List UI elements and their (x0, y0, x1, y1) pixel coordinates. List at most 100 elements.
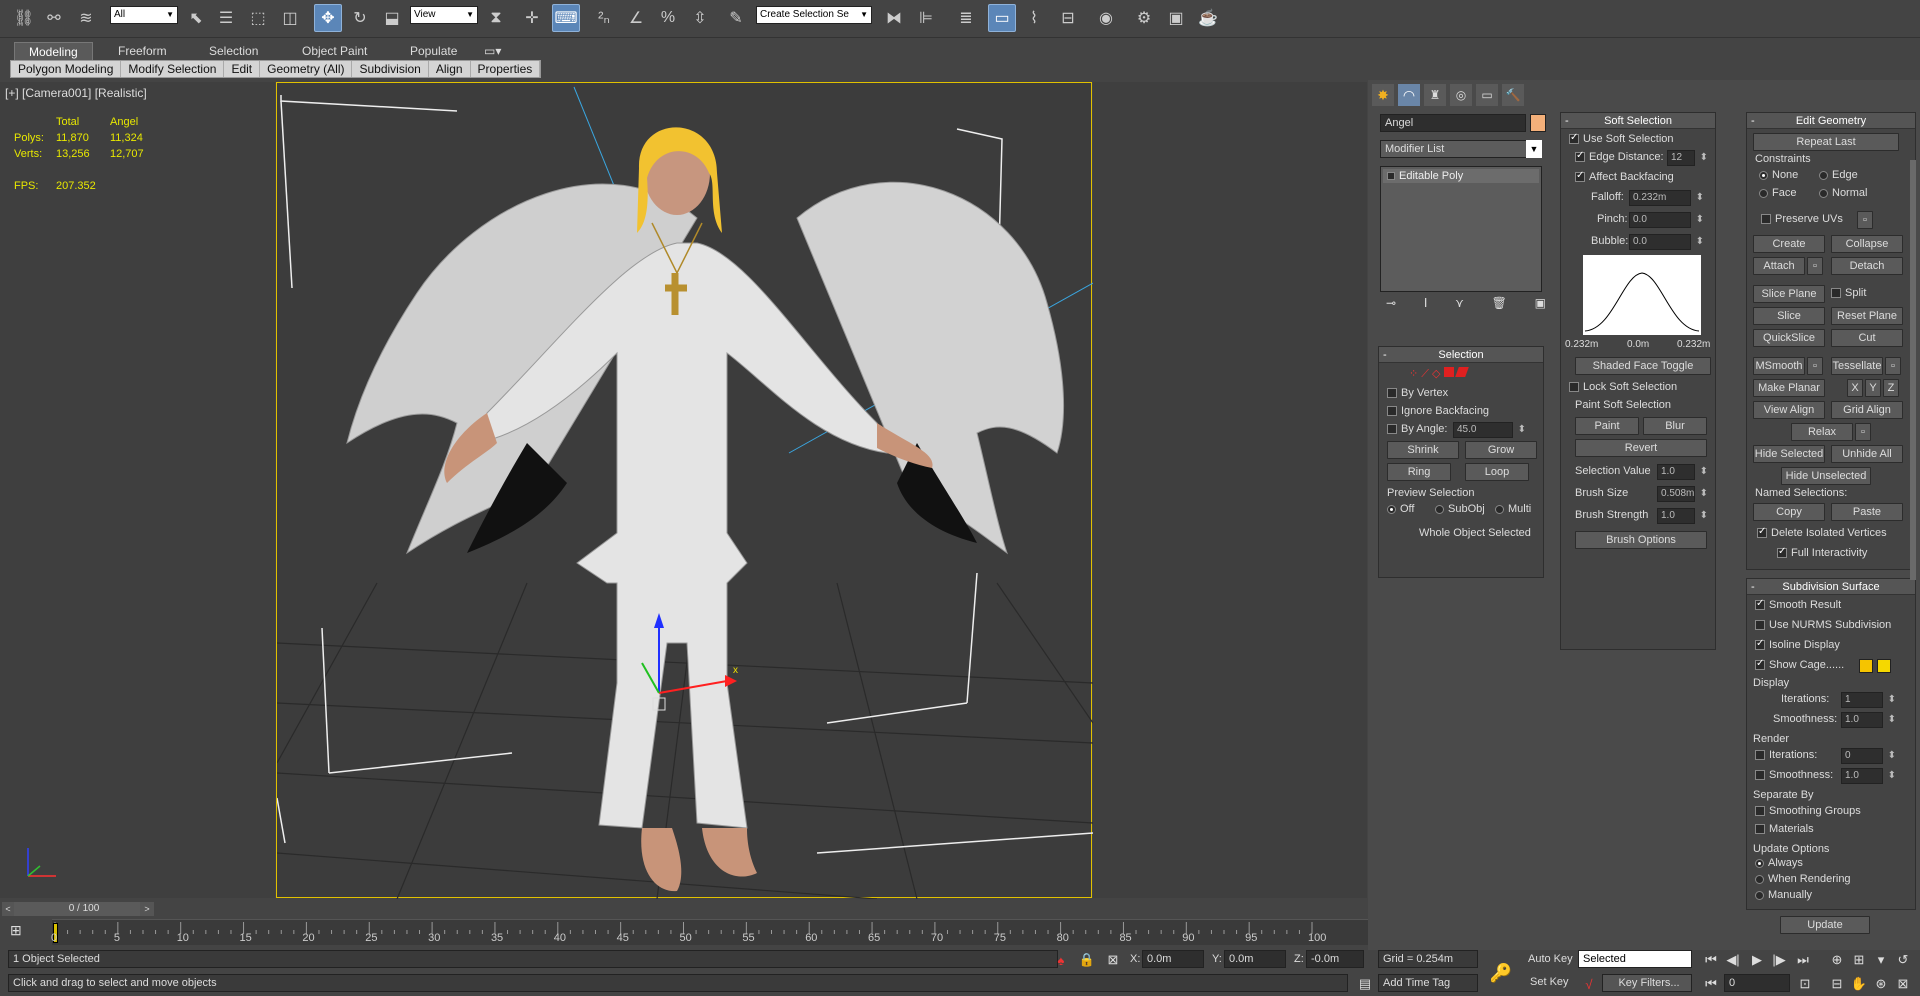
paint-button[interactable]: Paint (1575, 417, 1639, 435)
pivot-center-icon[interactable]: ⧗ (482, 4, 510, 32)
maxscript-listener-icon[interactable]: ♠ (1050, 950, 1072, 970)
use-nurms-checkbox[interactable]: Use NURMS Subdivision (1755, 619, 1891, 631)
layer-explorer-icon[interactable]: ≣ (952, 4, 980, 32)
update-when-rendering-radio[interactable]: When Rendering (1755, 873, 1851, 885)
x-coord-field[interactable]: 0.0m (1142, 950, 1204, 968)
align-icon[interactable]: ⊫ (912, 4, 940, 32)
make-unique-icon[interactable]: ⋎ (1455, 296, 1464, 314)
key-mode-toggle-icon[interactable]: ⏮ (1700, 974, 1722, 994)
shaded-face-toggle-button[interactable]: Shaded Face Toggle (1575, 357, 1711, 375)
tessellate-settings-button[interactable]: ▫ (1885, 357, 1901, 375)
preview-subobj-radio[interactable]: SubObj (1435, 503, 1485, 515)
edge-distance-checkbox[interactable]: Edge Distance: (1575, 150, 1664, 163)
slice-button[interactable]: Slice (1753, 307, 1825, 325)
subdivision-surface-rollout-title[interactable]: Subdivision Surface (1747, 579, 1915, 595)
orbit-icon[interactable]: ↺ (1892, 950, 1914, 970)
modifier-stack[interactable]: Editable Poly (1380, 166, 1542, 292)
viewport-label[interactable]: [+] [Camera001] [Realistic] (5, 86, 147, 100)
current-frame-field[interactable]: 0 (1724, 974, 1790, 992)
auto-key-button[interactable]: Auto Key (1528, 953, 1573, 965)
keyboard-shortcut-override-icon[interactable]: ⌨ (552, 4, 580, 32)
panel-edit[interactable]: Edit (224, 61, 261, 77)
toggle-ribbon-icon[interactable]: ▭ (988, 4, 1016, 32)
edit-geometry-rollout-title[interactable]: Edit Geometry (1747, 113, 1915, 129)
set-key-icon[interactable]: 🔑 (1486, 960, 1516, 986)
select-and-rotate-icon[interactable]: ↻ (346, 4, 374, 32)
lock-soft-selection-checkbox[interactable]: Lock Soft Selection (1569, 381, 1677, 393)
hide-selected-button[interactable]: Hide Selected (1753, 445, 1825, 463)
panel-align[interactable]: Align (429, 61, 471, 77)
add-time-tag-field[interactable]: Add Time Tag (1378, 974, 1478, 992)
tab-modeling[interactable]: Modeling (14, 42, 93, 60)
show-cage-checkbox[interactable]: Show Cage...... (1755, 658, 1844, 671)
planar-y-button[interactable]: Y (1865, 379, 1881, 397)
planar-z-button[interactable]: Z (1883, 379, 1899, 397)
object-name-field[interactable]: Angel (1380, 114, 1526, 132)
delete-isolated-vertices-checkbox[interactable]: Delete Isolated Vertices (1757, 526, 1887, 539)
constraint-normal-radio[interactable]: Normal (1819, 187, 1867, 199)
unhide-all-button[interactable]: Unhide All (1831, 445, 1903, 463)
maximize-viewport-icon[interactable]: ⊠ (1892, 974, 1914, 994)
render-iterations-checkbox[interactable]: Iterations: (1755, 749, 1817, 761)
tab-object-paint[interactable]: Object Paint (288, 42, 381, 60)
key-mode-curve-icon[interactable]: √ (1578, 974, 1600, 994)
make-planar-button[interactable]: Make Planar (1753, 379, 1825, 397)
unlink-icon[interactable]: ⚯ (40, 4, 68, 32)
slice-plane-button[interactable]: Slice Plane (1753, 285, 1825, 303)
update-button[interactable]: Update (1780, 916, 1870, 934)
isoline-display-checkbox[interactable]: Isoline Display (1755, 638, 1840, 651)
field-of-view-icon[interactable]: ▾ (1870, 950, 1892, 970)
z-coord-field[interactable]: -0.0m (1306, 950, 1364, 968)
remove-modifier-icon[interactable]: 🗑 (1492, 296, 1507, 314)
previous-frame-icon[interactable]: ◀| (1722, 950, 1744, 970)
display-smoothness-spinner[interactable]: 1.0 (1841, 712, 1896, 728)
attach-button[interactable]: Attach (1753, 257, 1805, 275)
selection-value-spinner[interactable]: 1.0 (1657, 464, 1708, 480)
y-coord-field[interactable]: 0.0m (1224, 950, 1286, 968)
viewport-right-area[interactable] (1093, 82, 1367, 898)
render-smoothness-checkbox[interactable]: Smoothness: (1755, 769, 1833, 781)
preview-multi-radio[interactable]: Multi (1495, 503, 1531, 515)
collapse-button[interactable]: Collapse (1831, 235, 1903, 253)
percent-snap-icon[interactable]: % (654, 4, 682, 32)
motion-tab-icon[interactable]: ◎ (1450, 84, 1472, 106)
time-tag-icon[interactable]: ▤ (1354, 974, 1376, 994)
select-and-move-icon[interactable]: ✥ (314, 4, 342, 32)
by-vertex-checkbox[interactable]: By Vertex (1387, 387, 1448, 399)
time-configuration-icon[interactable]: ⊡ (1794, 974, 1816, 994)
snaps-toggle-icon[interactable]: ²ₙ (590, 4, 618, 32)
use-soft-selection-checkbox[interactable]: Use Soft Selection (1569, 132, 1674, 145)
panel-modify-selection[interactable]: Modify Selection (121, 61, 225, 77)
by-angle-checkbox[interactable]: By Angle: (1387, 423, 1447, 435)
by-angle-spinner[interactable]: 45.0 (1453, 422, 1526, 438)
reset-plane-button[interactable]: Reset Plane (1831, 307, 1903, 325)
go-to-start-icon[interactable]: ⏮ (1700, 950, 1722, 970)
zoom-icon[interactable]: ⊕ (1826, 950, 1848, 970)
orbit-subobject-icon[interactable]: ⊛ (1870, 974, 1892, 994)
msmooth-button[interactable]: MSmooth (1753, 357, 1805, 375)
cut-button[interactable]: Cut (1831, 329, 1903, 347)
constraint-face-radio[interactable]: Face (1759, 187, 1796, 199)
preserve-uvs-checkbox[interactable]: Preserve UVs (1761, 213, 1843, 225)
go-to-end-icon[interactable]: ⏭ (1792, 950, 1814, 970)
hide-unselected-button[interactable]: Hide Unselected (1781, 467, 1871, 485)
set-key-button[interactable]: Set Key (1530, 976, 1569, 988)
hierarchy-tab-icon[interactable]: ♜ (1424, 84, 1446, 106)
panel-polygon-modeling[interactable]: Polygon Modeling (11, 61, 122, 77)
stack-item-editable-poly[interactable]: Editable Poly (1383, 169, 1539, 183)
zoom-all-icon[interactable]: ⊞ (1848, 950, 1870, 970)
revert-button[interactable]: Revert (1575, 439, 1707, 457)
ignore-backfacing-checkbox[interactable]: Ignore Backfacing (1387, 405, 1489, 417)
configure-sets-icon[interactable]: ▣ (1535, 296, 1546, 314)
render-setup-icon[interactable]: ⚙ (1130, 4, 1158, 32)
show-end-result-icon[interactable]: Ⅰ (1424, 296, 1428, 314)
tessellate-button[interactable]: Tessellate (1831, 357, 1883, 375)
soft-selection-rollout-title[interactable]: Soft Selection (1561, 113, 1715, 129)
select-by-name-icon[interactable]: ☰ (212, 4, 240, 32)
preserve-uvs-settings-button[interactable]: ▫ (1857, 211, 1873, 229)
smoothing-groups-checkbox[interactable]: Smoothing Groups (1755, 805, 1861, 817)
copy-button[interactable]: Copy (1753, 503, 1825, 521)
rendered-frame-window-icon[interactable]: ▣ (1162, 4, 1190, 32)
paste-button[interactable]: Paste (1831, 503, 1903, 521)
selection-filter-dropdown[interactable]: All (110, 6, 178, 24)
